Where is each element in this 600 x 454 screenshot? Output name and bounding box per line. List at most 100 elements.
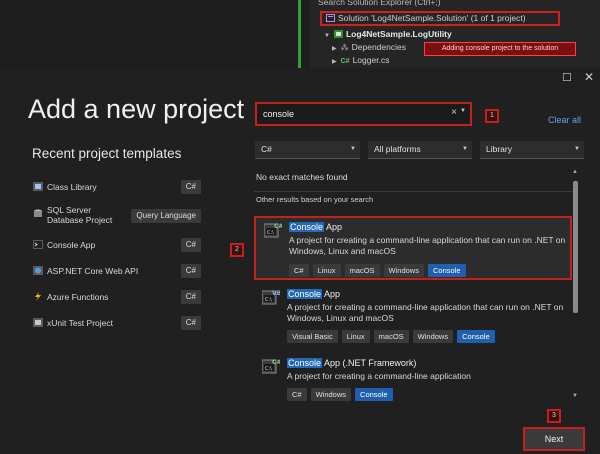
- recent-item-label: ASP.NET Core Web API: [47, 266, 139, 276]
- result-description: A project for creating a command-line ap…: [289, 235, 566, 256]
- language-filter-value: C#: [261, 144, 272, 154]
- test-project-icon: [33, 318, 43, 327]
- divider: [254, 191, 574, 192]
- recent-item-console-app[interactable]: Console App C#: [33, 236, 201, 254]
- database-project-icon: [34, 209, 42, 217]
- dependencies-label: Dependencies: [351, 42, 406, 52]
- result-title: Console App: [287, 289, 340, 299]
- platform-filter-value: All platforms: [374, 144, 421, 154]
- web-api-icon: [33, 266, 43, 275]
- scroll-thumb[interactable]: [573, 181, 578, 313]
- tag-highlighted: Console: [355, 388, 393, 401]
- collapse-icon[interactable]: ▶: [332, 46, 337, 52]
- no-exact-matches-text: No exact matches found: [256, 172, 348, 182]
- tag-highlighted: Console: [457, 330, 495, 343]
- recent-item-label: xUnit Test Project: [47, 318, 113, 328]
- chevron-down-icon: ▼: [462, 146, 468, 152]
- results-scrollbar[interactable]: ▲ ▼: [572, 169, 579, 405]
- console-app-icon: [33, 240, 43, 249]
- results-list: No exact matches found Other results bas…: [254, 167, 584, 407]
- search-history-dropdown-icon[interactable]: ▼: [460, 108, 466, 114]
- tag: Windows: [412, 330, 454, 343]
- tag: Windows: [310, 388, 352, 401]
- language-badge: Query Language: [131, 209, 201, 223]
- language-badge: C#: [180, 180, 201, 194]
- logger-file-node[interactable]: ▶ C# Logger.cs: [332, 54, 389, 67]
- maximize-icon[interactable]: ☐: [562, 71, 574, 84]
- step-marker-3: 3: [547, 409, 561, 423]
- expand-icon[interactable]: ▼: [324, 33, 330, 39]
- solution-explorer-search[interactable]: Search Solution Explorer (Ctrl+;): [318, 0, 596, 8]
- title-rest: App: [322, 289, 341, 299]
- recent-item-label: Class Library: [47, 182, 97, 192]
- search-highlight: Console: [287, 289, 323, 299]
- project-node[interactable]: ▼ Log4NetSample.LogUtility: [324, 28, 452, 41]
- result-console-app-vb[interactable]: C:\ VB Console App A project for creating…: [254, 285, 572, 345]
- clear-search-icon[interactable]: ×: [451, 107, 457, 118]
- tag: Linux: [312, 264, 341, 277]
- annotation-label: Adding console project to the solution: [424, 42, 576, 56]
- project-type-filter-value: Library: [486, 144, 512, 154]
- scroll-up-icon[interactable]: ▲: [572, 169, 578, 175]
- csharp-project-icon: [333, 30, 343, 38]
- recent-item-label: SQL Server Database Project: [47, 205, 113, 225]
- tag: Windows: [383, 264, 424, 277]
- tag: C#: [287, 388, 307, 401]
- tag: C#: [289, 264, 309, 277]
- result-tags: C# Linux macOS Windows Console: [289, 260, 470, 278]
- project-label: Log4NetSample.LogUtility: [345, 29, 452, 39]
- next-button[interactable]: Next: [523, 427, 585, 451]
- csharp-file-icon: C#: [340, 58, 350, 65]
- language-badge: C#: [180, 316, 201, 330]
- recent-item-aspnet-web-api[interactable]: ASP.NET Core Web API C#: [33, 262, 201, 280]
- console-app-icon: C:\C#: [264, 223, 282, 238]
- recent-item-azure-functions[interactable]: Azure Functions C#: [33, 288, 201, 306]
- editor-area: [0, 0, 300, 68]
- svg-text:C:\: C:\: [265, 366, 272, 372]
- result-description: A project for creating a command-line ap…: [287, 371, 471, 381]
- dependencies-node[interactable]: ▶ ⁂ Dependencies: [332, 41, 406, 54]
- azure-functions-icon: [35, 292, 41, 301]
- console-app-icon: C:\VB: [262, 290, 280, 305]
- language-badge: C#: [180, 264, 201, 278]
- result-console-app-net-framework[interactable]: C:\C# Console App (.NET Framework) A pro…: [254, 354, 572, 404]
- step-marker-1: 1: [485, 109, 499, 123]
- logger-label: Logger.cs: [352, 55, 390, 65]
- result-tags: C# Windows Console: [287, 384, 397, 402]
- result-description: A project for creating a command-line ap…: [287, 302, 564, 323]
- result-console-app-csharp[interactable]: C:\C# Console App A project for creating…: [254, 216, 572, 280]
- language-badge: C#: [180, 290, 201, 304]
- class-library-icon: [33, 182, 43, 191]
- recent-item-class-library[interactable]: Class Library C#: [33, 178, 201, 196]
- title-rest: App: [324, 222, 343, 232]
- collapse-icon[interactable]: ▶: [332, 59, 337, 65]
- search-highlight: Console: [289, 222, 325, 232]
- scroll-down-icon[interactable]: ▼: [572, 393, 578, 399]
- tag: Linux: [341, 330, 370, 343]
- tag: Visual Basic: [287, 330, 338, 343]
- platform-filter[interactable]: All platforms ▼: [368, 141, 472, 159]
- recent-item-sql-server[interactable]: SQL Server Database Project Query Langua…: [33, 205, 201, 231]
- other-results-text: Other results based on your search: [256, 195, 374, 204]
- title-rest: App (.NET Framework): [322, 358, 417, 368]
- search-highlight: Console: [287, 358, 323, 368]
- result-title: Console App: [289, 222, 342, 232]
- chevron-down-icon: ▼: [574, 146, 580, 152]
- svg-text:C:\: C:\: [267, 230, 274, 236]
- project-type-filter[interactable]: Library ▼: [480, 141, 584, 159]
- clear-all-link[interactable]: Clear all: [548, 115, 581, 125]
- language-badge: C#: [180, 238, 201, 252]
- result-tags: Visual Basic Linux macOS Windows Console: [287, 326, 499, 344]
- language-filter[interactable]: C# ▼: [255, 141, 360, 159]
- recent-item-xunit-test[interactable]: xUnit Test Project C#: [33, 314, 201, 332]
- tag: macOS: [344, 264, 380, 277]
- search-input[interactable]: [263, 107, 443, 121]
- language-tag-icon: C#: [272, 359, 280, 366]
- recent-item-label: Console App: [47, 240, 96, 250]
- result-title: Console App (.NET Framework): [287, 358, 416, 368]
- template-search-box[interactable]: × ▼: [255, 102, 472, 126]
- close-icon[interactable]: ✕: [584, 70, 596, 84]
- solution-node[interactable]: Solution 'Log4NetSample.Solution' (1 of …: [320, 11, 560, 26]
- dialog-title: Add a new project: [28, 94, 245, 124]
- recent-templates-heading: Recent project templates: [32, 146, 182, 161]
